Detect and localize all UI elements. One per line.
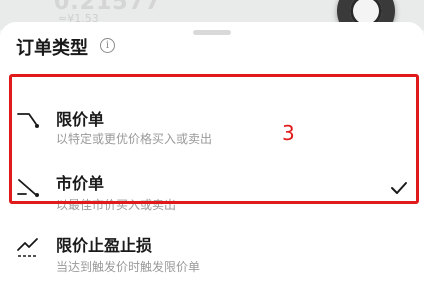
tp-sl-icon — [17, 238, 38, 257]
info-icon[interactable]: i — [100, 38, 115, 53]
option-title: 限价止盈止损 — [56, 236, 153, 255]
sheet-drag-handle[interactable] — [193, 30, 231, 35]
sheet-title: 订单类型 — [16, 38, 88, 59]
annotation-number: 3 — [282, 121, 295, 145]
option-desc: 当达到触发价时触发限价单 — [56, 260, 201, 274]
annotation-highlight-box — [9, 74, 419, 204]
option-tp-sl[interactable]: 限价止盈止损 当达到触发价时触发限价单 — [0, 230, 424, 274]
